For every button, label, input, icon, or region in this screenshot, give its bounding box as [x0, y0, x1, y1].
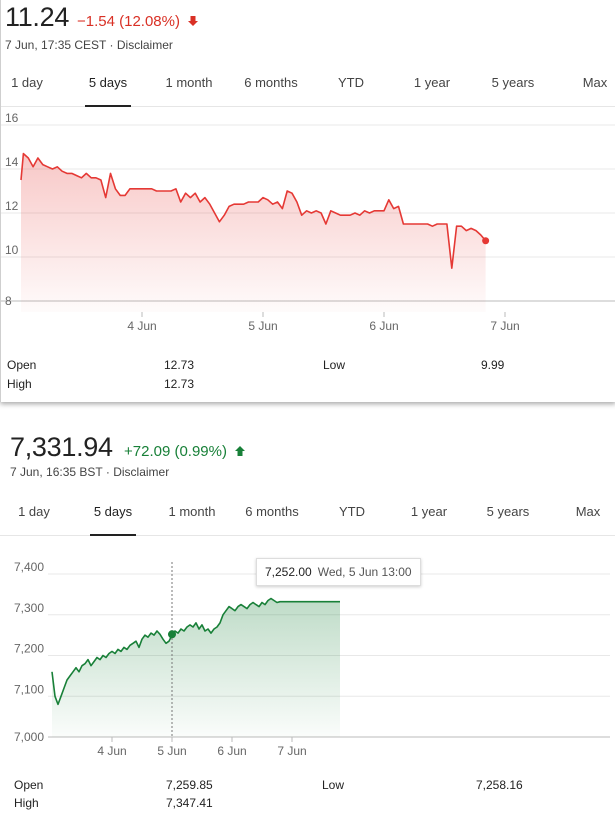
stat-low-label: Low: [323, 358, 346, 372]
tab-5-days[interactable]: 5 days: [85, 68, 131, 107]
arrow-up-icon: [234, 444, 246, 461]
quote-price: 7,331.94: [10, 432, 113, 462]
quote-card-1: 11.24 −1.54 (12.08%) 7 Jun, 17:35 CEST ·…: [0, 0, 615, 402]
tab-1-month[interactable]: 1 month: [161, 68, 217, 106]
x-tick-label: 5 Jun: [157, 744, 186, 758]
quote-timestamp: 7 Jun, 17:35 CEST: [5, 38, 107, 52]
y-tick-label: 8: [5, 294, 12, 308]
x-tick-label: 4 Jun: [97, 744, 126, 758]
arrow-down-icon: [187, 14, 199, 31]
quote-meta: 7 Jun, 17:35 CEST · Disclaimer: [5, 38, 173, 52]
x-tick-label: 5 Jun: [248, 319, 277, 333]
y-tick-label: 7,000: [14, 730, 44, 744]
price-chart-1[interactable]: 16 14 12 10 8 4 Jun 5 Jun 6 Jun 7 Jun: [1, 107, 615, 347]
stat-open-label: Open: [7, 358, 37, 372]
stat-low-label: Low: [322, 778, 345, 792]
tab-1-day[interactable]: 1 day: [7, 68, 47, 106]
y-tick-label: 14: [5, 155, 19, 169]
tab-1-month[interactable]: 1 month: [164, 497, 220, 535]
tab-1-day[interactable]: 1 day: [14, 497, 54, 535]
stat-high-label: High: [14, 796, 39, 810]
quote-card-2: 7,331.94 +72.09 (0.99%) 7 Jun, 16:35 BST…: [0, 402, 615, 814]
stat-open-label: Open: [14, 778, 44, 792]
y-tick-label: 7,200: [14, 642, 44, 656]
disclaimer-link[interactable]: Disclaimer: [113, 465, 169, 479]
x-tick-label: 7 Jun: [490, 319, 519, 333]
quote-meta: 7 Jun, 16:35 BST · Disclaimer: [10, 465, 170, 479]
quote-change-text: −1.54 (12.08%): [77, 13, 180, 30]
stat-low-value: 7,258.16: [476, 778, 523, 792]
area-fill: [52, 598, 340, 737]
price-chart-2[interactable]: 7,400 7,300 7,200 7,100 7,000 4 Jun 5 Jun 6 Jun…: [0, 562, 615, 762]
tab-5-days[interactable]: 5 days: [90, 497, 136, 536]
stat-high-value: 12.73: [164, 377, 195, 391]
y-tick-label: 7,400: [14, 562, 44, 574]
quote-timestamp: 7 Jun, 16:35 BST: [10, 465, 103, 479]
quote-change-text: +72.09 (0.99%): [124, 443, 227, 460]
tab-1-year[interactable]: 1 year: [406, 497, 452, 535]
y-tick-label: 10: [5, 243, 19, 257]
hover-point: [168, 630, 176, 639]
range-tabs-1: 1 day 5 days 1 month 6 months YTD 1 year…: [1, 68, 615, 107]
tab-1-year[interactable]: 1 year: [409, 68, 455, 106]
stat-low-value: 9.99: [481, 358, 505, 372]
tab-6-months[interactable]: 6 months: [239, 68, 303, 106]
stat-high-label: High: [7, 377, 32, 391]
y-tick-label: 12: [5, 199, 19, 213]
tooltip-value: 7,252.00: [265, 565, 312, 579]
stat-high-value: 7,347.41: [166, 796, 213, 810]
chart-tooltip: 7,252.00 Wed, 5 Jun 13:00: [256, 558, 421, 586]
stat-open-value: 12.73: [164, 358, 195, 372]
stats-table-2: Open 7,259.85 Low 7,258.16 High 7,347.41: [0, 778, 615, 814]
x-tick-label: 6 Jun: [217, 744, 246, 758]
quote-change: −1.54 (12.08%): [77, 13, 199, 31]
tab-ytd[interactable]: YTD: [335, 68, 367, 106]
tab-6-months[interactable]: 6 months: [240, 497, 304, 535]
stats-table-1: Open 12.73 Low 9.99 High 12.73: [1, 356, 615, 396]
tab-max[interactable]: Max: [579, 68, 611, 106]
range-tabs-2: 1 day 5 days 1 month 6 months YTD 1 year…: [0, 497, 615, 536]
tab-5-years[interactable]: 5 years: [487, 68, 539, 106]
y-tick-label: 7,300: [14, 601, 44, 615]
end-point: [482, 237, 490, 245]
x-tick-label: 6 Jun: [369, 319, 398, 333]
quote-change: +72.09 (0.99%): [124, 443, 246, 461]
tooltip-date: Wed, 5 Jun 13:00: [317, 565, 412, 579]
stat-open-value: 7,259.85: [166, 778, 213, 792]
x-tick-label: 4 Jun: [127, 319, 156, 333]
y-tick-label: 7,100: [14, 682, 44, 696]
disclaimer-link[interactable]: Disclaimer: [117, 38, 173, 52]
tab-max[interactable]: Max: [572, 497, 604, 535]
quote-price: 11.24: [5, 2, 70, 32]
x-tick-label: 7 Jun: [277, 744, 306, 758]
tab-ytd[interactable]: YTD: [336, 497, 368, 535]
tab-5-years[interactable]: 5 years: [482, 497, 534, 535]
y-tick-label: 16: [5, 111, 19, 125]
